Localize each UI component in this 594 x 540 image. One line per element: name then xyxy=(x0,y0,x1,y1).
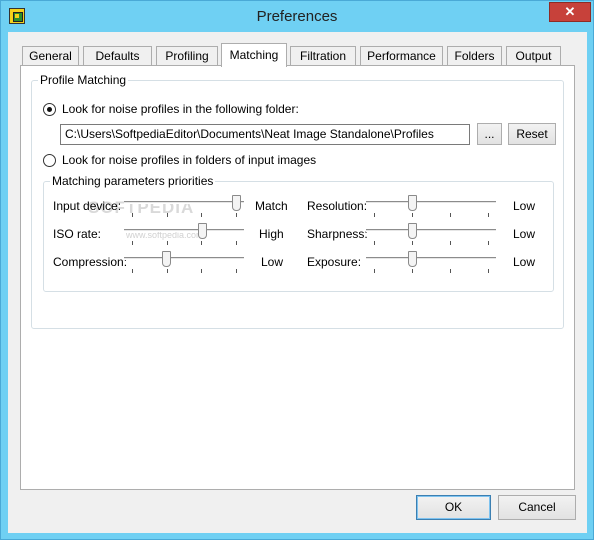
slider-thumb[interactable] xyxy=(197,223,207,239)
slider-tick xyxy=(488,269,489,273)
slider-ticks xyxy=(366,269,496,273)
tab-general[interactable]: General xyxy=(22,46,79,66)
slider-tick xyxy=(166,269,168,273)
slider-ticks xyxy=(124,269,244,273)
slider-thumb[interactable] xyxy=(162,251,172,267)
radio-folder-label: Look for noise profiles in the following… xyxy=(62,102,299,116)
radio-input-folders-label: Look for noise profiles in folders of in… xyxy=(62,153,317,167)
slider-thumb[interactable] xyxy=(232,195,241,211)
slider-thumb[interactable] xyxy=(407,223,417,239)
input-device-label: Input device: xyxy=(53,199,122,213)
slider-tick xyxy=(450,269,451,273)
matching-tab-panel: Profile Matching Look for noise profiles… xyxy=(20,65,575,490)
slider-tick xyxy=(132,241,133,245)
slider-tick xyxy=(412,241,413,245)
slider-track[interactable] xyxy=(366,201,496,204)
tab-performance[interactable]: Performance xyxy=(360,46,443,66)
tab-output[interactable]: Output xyxy=(506,46,561,66)
sharpness-label: Sharpness: xyxy=(307,227,368,241)
exposure-slider[interactable] xyxy=(366,251,496,273)
tab-folders[interactable]: Folders xyxy=(447,46,502,66)
slider-track[interactable] xyxy=(366,229,496,232)
browse-folder-button[interactable]: ... xyxy=(477,123,502,145)
slider-tick xyxy=(201,213,203,217)
tab-defaults[interactable]: Defaults xyxy=(83,46,152,66)
slider-tick xyxy=(166,213,168,217)
slider-tick xyxy=(374,269,375,273)
tab-matching[interactable]: Matching xyxy=(221,43,287,67)
slider-tick xyxy=(132,213,133,217)
resolution-label: Resolution: xyxy=(307,199,368,213)
slider-tick xyxy=(132,269,133,273)
compression-value: Low xyxy=(261,255,284,269)
iso-rate-slider[interactable] xyxy=(124,223,244,245)
close-button[interactable]: ✕ xyxy=(549,2,591,22)
matching-priorities-group: Matching parameters priorities SOFTPEDIA… xyxy=(43,174,554,292)
profile-matching-group-label: Profile Matching xyxy=(38,73,129,87)
radio-folder-option[interactable]: Look for noise profiles in the following… xyxy=(43,102,299,116)
slider-track[interactable] xyxy=(124,201,244,204)
slider-tick xyxy=(450,241,451,245)
slider-tick xyxy=(488,241,489,245)
radio-input-folders-button[interactable] xyxy=(43,153,56,167)
tab-profiling[interactable]: Profiling xyxy=(156,46,218,66)
ok-button[interactable]: OK xyxy=(416,495,491,520)
reset-folder-button[interactable]: Reset xyxy=(508,123,556,145)
cancel-button[interactable]: Cancel xyxy=(498,495,576,520)
preferences-window: Preferences ✕ General Defaults Profiling… xyxy=(0,0,594,540)
slider-tick xyxy=(236,269,237,273)
slider-tick xyxy=(374,241,375,245)
slider-track[interactable] xyxy=(124,257,244,260)
sharpness-value: Low xyxy=(513,227,536,241)
slider-ticks xyxy=(124,241,244,245)
radio-folder-button[interactable] xyxy=(43,102,56,116)
priorities-column-divider xyxy=(298,192,299,274)
iso-rate-value: High xyxy=(259,227,284,241)
slider-tick xyxy=(412,269,413,273)
input-device-slider[interactable] xyxy=(124,195,244,217)
slider-tick xyxy=(236,213,237,217)
slider-track[interactable] xyxy=(124,229,244,232)
slider-ticks xyxy=(366,213,496,217)
slider-tick xyxy=(201,269,203,273)
slider-ticks xyxy=(366,241,496,245)
compression-label: Compression: xyxy=(53,255,128,269)
slider-tick xyxy=(166,241,168,245)
radio-input-folders-option[interactable]: Look for noise profiles in folders of in… xyxy=(43,153,316,167)
exposure-label: Exposure: xyxy=(307,255,362,269)
slider-tick xyxy=(412,213,413,217)
compression-slider[interactable] xyxy=(124,251,244,273)
slider-tick xyxy=(236,241,237,245)
matching-priorities-group-label: Matching parameters priorities xyxy=(50,174,216,188)
dialog-client-area: General Defaults Profiling Matching Filt… xyxy=(8,32,587,533)
profile-matching-group: Profile Matching Look for noise profiles… xyxy=(31,73,564,329)
slider-thumb[interactable] xyxy=(407,251,417,267)
input-device-value: Match xyxy=(255,199,288,213)
slider-ticks xyxy=(124,213,244,217)
resolution-slider[interactable] xyxy=(366,195,496,217)
sharpness-slider[interactable] xyxy=(366,223,496,245)
slider-tick xyxy=(374,213,375,217)
window-title: Preferences xyxy=(256,8,338,25)
resolution-value: Low xyxy=(513,199,536,213)
iso-rate-label: ISO rate: xyxy=(53,227,102,241)
slider-tick xyxy=(201,241,203,245)
slider-thumb[interactable] xyxy=(407,195,417,211)
slider-tick xyxy=(450,213,451,217)
title-bar[interactable]: Preferences ✕ xyxy=(1,1,593,32)
exposure-value: Low xyxy=(513,255,536,269)
slider-tick xyxy=(488,213,489,217)
tab-filtration[interactable]: Filtration xyxy=(290,46,356,66)
slider-track[interactable] xyxy=(366,257,496,260)
profile-folder-path-input[interactable]: C:\Users\SoftpediaEditor\Documents\Neat … xyxy=(60,124,470,145)
